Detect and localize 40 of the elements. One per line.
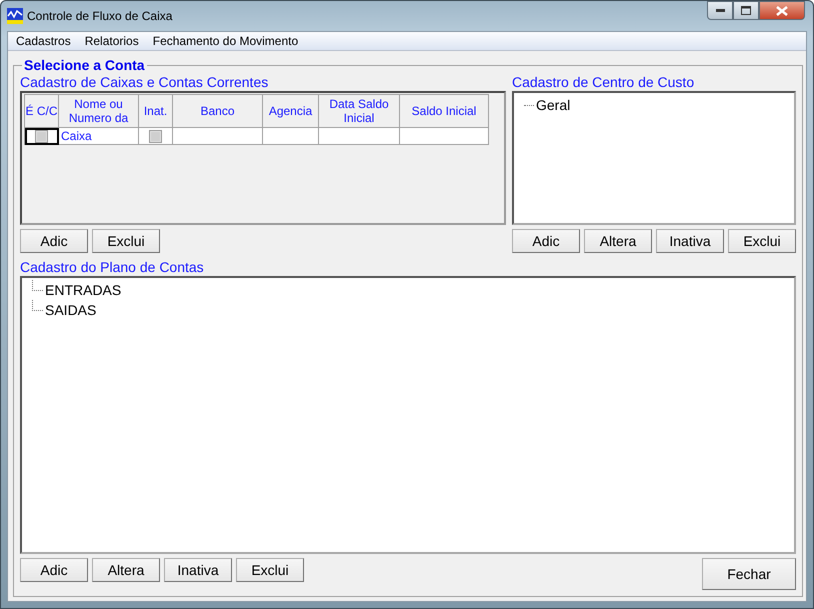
section-title: Cadastro de Caixas e Contas Correntes [20,73,270,91]
column-header: Data Saldo Inicial [318,94,400,128]
checkbox[interactable] [35,130,48,142]
button[interactable]: Altera [584,229,652,253]
button[interactable]: Exclui [92,229,160,253]
menu-item[interactable]: Relatorios [84,34,139,48]
table-cell [262,128,318,144]
section-title: Cadastro do Plano de Contas [20,258,205,276]
app-icon [7,8,23,24]
button[interactable]: Adic [20,558,88,582]
column-header: Agencia [262,94,318,128]
minimize-button[interactable] [707,1,733,20]
tree-item[interactable]: Geral [536,97,570,113]
tree-item[interactable]: ENTRADAS [45,282,122,298]
column-header: Banco [172,94,262,128]
column-header: Inat. [138,94,172,128]
tree-item[interactable]: SAIDAS [45,302,96,318]
button[interactable]: Exclui [236,558,304,582]
group-title: Selecione a Conta [23,57,146,73]
close-button[interactable] [759,1,805,20]
menu-item[interactable]: Fechamento do Movimento [152,34,298,48]
column-header: É C/C [24,94,58,128]
menu-item[interactable]: Cadastros [16,34,71,48]
minimize-icon [716,8,724,12]
table-cell: Caixa [58,128,138,144]
column-header: Nome ou Numero da [58,94,138,128]
close-dialog-button[interactable]: Fechar [702,558,796,590]
button[interactable]: Adic [20,229,88,253]
button[interactable]: Altera [92,558,160,582]
column-header: Saldo Inicial [400,94,488,128]
button[interactable]: Inativa [656,229,724,253]
maximize-button[interactable] [733,1,759,20]
close-icon [776,6,788,16]
window-title: Controle de Fluxo de Caixa [27,9,174,23]
button[interactable]: Exclui [728,229,796,253]
maximize-icon [741,6,751,15]
button[interactable]: Adic [512,229,580,253]
button[interactable]: Inativa [164,558,232,582]
section-title: Cadastro de Centro de Custo [512,73,696,91]
checkbox[interactable] [149,130,162,142]
